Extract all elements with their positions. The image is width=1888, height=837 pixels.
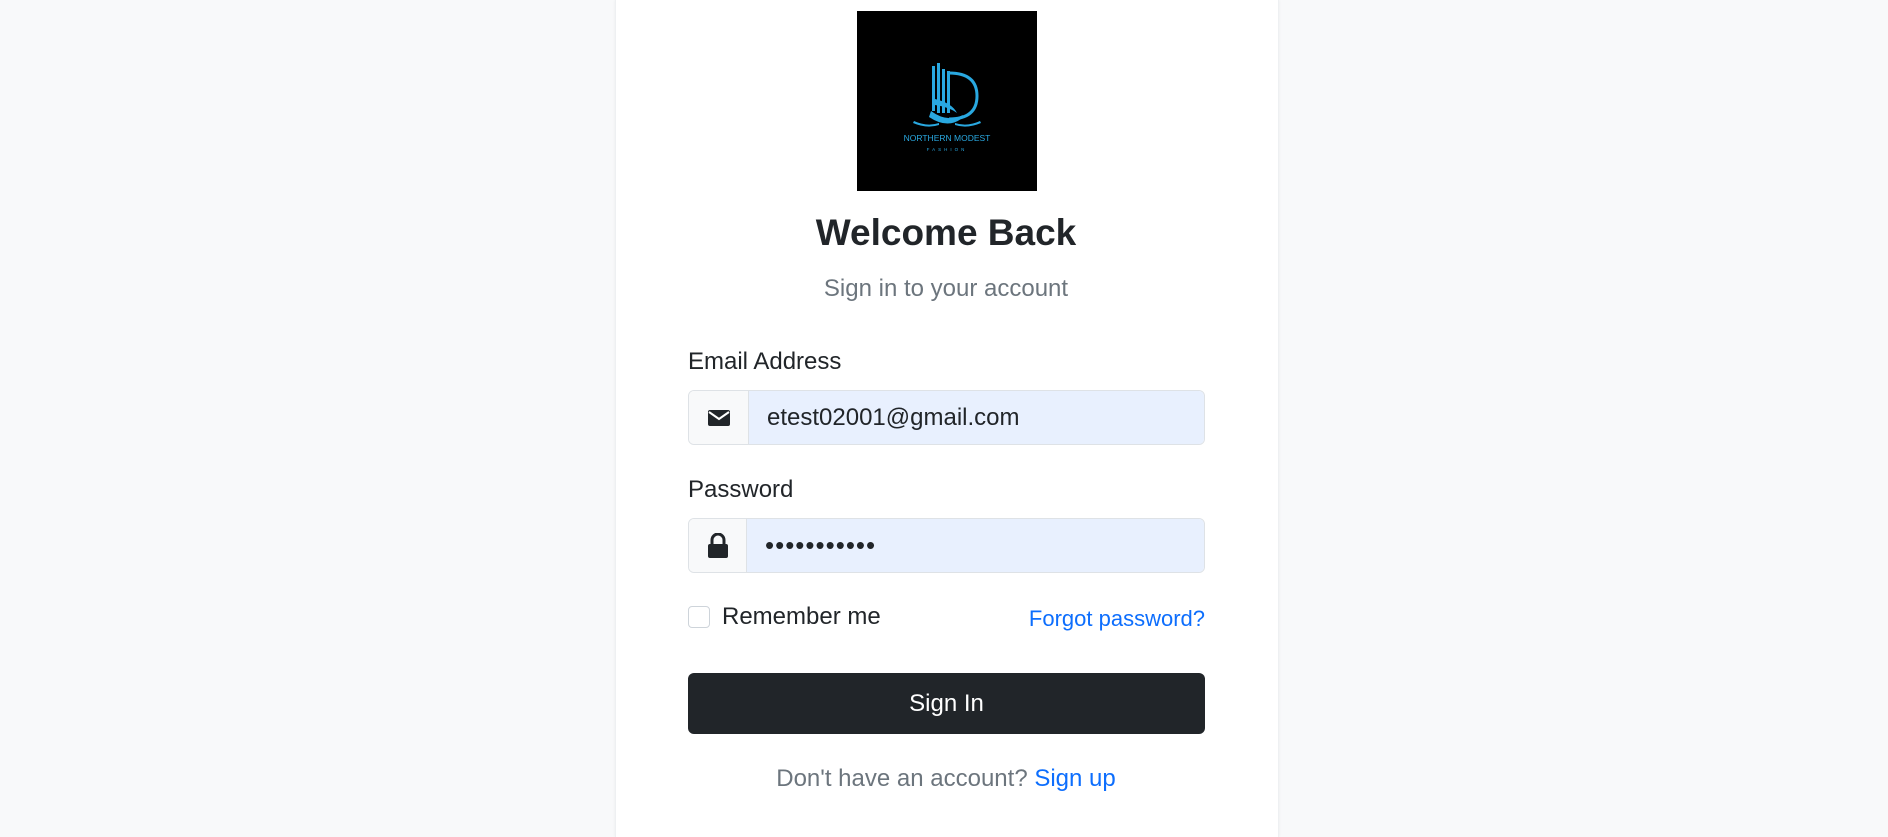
logo-text: NORTHERN MODEST	[904, 133, 991, 143]
email-label: Email Address	[688, 348, 842, 375]
forgot-password-link[interactable]: Forgot password?	[1029, 606, 1205, 632]
password-label: Password	[688, 476, 794, 503]
envelope-icon	[707, 409, 730, 426]
email-input-group	[688, 390, 1205, 445]
brand-logo: NORTHERN MODEST FASHION	[857, 11, 1037, 191]
email-field[interactable]	[749, 391, 1204, 444]
lock-icon	[707, 532, 728, 558]
signup-prompt: Don't have an account? Sign up	[615, 765, 1277, 793]
remember-me: Remember me	[688, 603, 881, 631]
password-field[interactable]	[747, 519, 1204, 572]
signup-prompt-text: Don't have an account?	[776, 765, 1028, 792]
password-input-group	[688, 518, 1205, 573]
sign-up-link[interactable]: Sign up	[1034, 765, 1115, 792]
remember-me-label[interactable]: Remember me	[722, 603, 881, 631]
sign-in-button[interactable]: Sign In	[688, 673, 1205, 734]
email-addon	[689, 391, 749, 444]
remember-me-checkbox[interactable]	[688, 606, 710, 628]
northern-modest-logo-icon: NORTHERN MODEST FASHION	[904, 63, 991, 152]
password-addon	[689, 519, 747, 572]
logo-subtext: FASHION	[927, 147, 968, 152]
page-title: Welcome Back	[815, 212, 1077, 253]
page-subtitle: Sign in to your account	[823, 275, 1069, 302]
